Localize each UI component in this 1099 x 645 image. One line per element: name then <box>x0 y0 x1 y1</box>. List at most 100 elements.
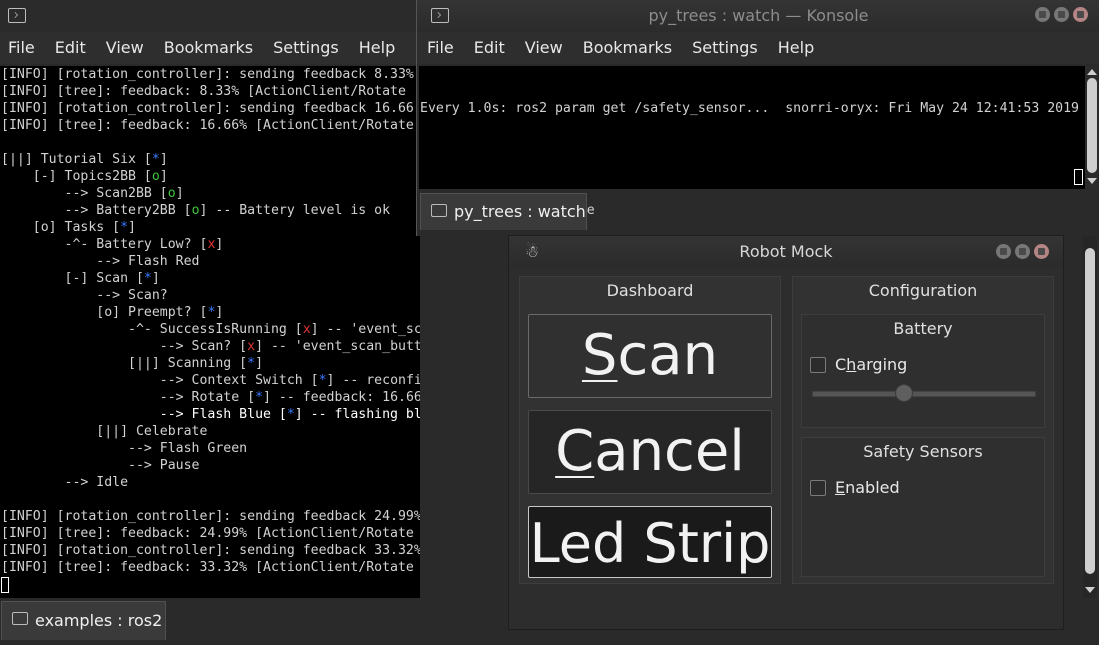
scroll-up-icon[interactable] <box>1087 69 1097 75</box>
terminal-text: --> Flash Red <box>1 254 200 269</box>
left-titlebar[interactable] <box>0 0 420 32</box>
terminal-text: ] -- reconfigured the s <box>326 373 420 388</box>
terminal-text: [||] Celebrate <box>1 424 208 439</box>
konsole-cursor <box>1074 169 1083 185</box>
terminal-line: [||] Scanning [*] <box>1 355 420 372</box>
terminal-text: --> Flash Blue [ <box>1 407 287 422</box>
menu-bookmarks[interactable]: Bookmarks <box>164 32 253 64</box>
terminal-line: [o] Tasks [*] <box>1 219 420 236</box>
terminal-text: * <box>286 407 295 422</box>
terminal-text: -^- Battery Low? [ <box>1 237 208 252</box>
terminal-text: [INFO] [rotation_controller]: sending fe… <box>1 509 420 524</box>
tab-py-trees-watch[interactable]: py_trees : watch <box>420 193 587 230</box>
left-terminal-output[interactable]: [INFO] [rotation_controller]: sending fe… <box>0 66 420 598</box>
terminal-line: --> Flash Green <box>1 440 420 457</box>
terminal-text: [INFO] [rotation_controller]: sending fe… <box>1 543 420 558</box>
terminal-text: --> Context Switch [ <box>1 373 319 388</box>
terminal-line: [INFO] [rotation_controller]: sending fe… <box>1 508 420 525</box>
scan-label-rest: can <box>617 323 719 388</box>
menu-view[interactable]: View <box>106 32 144 64</box>
menu-edit[interactable]: Edit <box>55 32 86 64</box>
terminal-tab-icon <box>12 612 28 625</box>
terminal-text: -^- SuccessIsRunning [ <box>1 322 303 337</box>
minimize-icon[interactable] <box>996 244 1011 259</box>
window-buttons <box>992 244 1049 263</box>
terminal-text: ] <box>159 169 168 184</box>
terminal-line: --> Rotate [*] -- feedback: 16.66%% <box>1 389 420 406</box>
main-terminal-scrollbar[interactable] <box>1083 236 1097 598</box>
terminal-line: --> Context Switch [*] -- reconfigured t… <box>1 372 420 389</box>
battery-slider-track[interactable] <box>812 391 1036 397</box>
terminal-text: o <box>151 169 160 184</box>
close-icon[interactable] <box>1073 7 1088 22</box>
watch-blank <box>420 151 1086 168</box>
terminal-text: ] <box>255 356 264 371</box>
terminal-text: --> Scan2BB [ <box>1 186 168 201</box>
charging-label-mnemonic: h <box>846 355 857 374</box>
terminal-line: --> Scan2BB [o] <box>1 185 420 202</box>
terminal-cursor <box>1 577 9 593</box>
terminal-line: [INFO] [tree]: feedback: 8.33% [ActionCl… <box>1 83 420 100</box>
robot-mock-window: ☃ Robot Mock Dashboard Scan Cancel Led S… <box>508 235 1064 630</box>
scroll-thumb[interactable] <box>1085 248 1095 574</box>
battery-group: Battery Charging <box>801 314 1045 428</box>
terminal-text: ] <box>151 271 160 286</box>
terminal-text: ] <box>175 186 184 201</box>
terminal-text: x <box>247 339 256 354</box>
menu-view[interactable]: View <box>525 32 563 64</box>
menu-help[interactable]: Help <box>359 32 395 64</box>
cancel-label-mnemonic: C <box>555 419 595 484</box>
konsole-window: py_trees : watch — Konsole File Edit View B… <box>416 0 1099 236</box>
enabled-checkbox[interactable] <box>810 480 826 496</box>
scan-button[interactable]: Scan <box>528 314 772 398</box>
terminal-text: * <box>120 220 129 235</box>
terminal-text: --> Idle <box>1 475 129 490</box>
maximize-icon[interactable] <box>1015 244 1030 259</box>
menu-settings[interactable]: Settings <box>692 32 758 64</box>
konsole-titlebar[interactable]: py_trees : watch — Konsole <box>417 0 1099 32</box>
scroll-down-icon[interactable] <box>1085 587 1095 593</box>
battery-title: Battery <box>893 319 953 338</box>
menu-file[interactable]: File <box>427 32 454 64</box>
menu-help[interactable]: Help <box>778 32 814 64</box>
terminal-text: --> Scan? <box>1 288 168 303</box>
terminal-text: --> Scan? [ <box>1 339 248 354</box>
menu-edit[interactable]: Edit <box>474 32 505 64</box>
maximize-icon[interactable] <box>1054 7 1069 22</box>
configuration-title: Configuration <box>868 281 978 300</box>
terminal-text: [INFO] [tree]: feedback: 16.66% [ActionC… <box>1 118 414 133</box>
enabled-label[interactable]: Enabled <box>835 478 900 497</box>
konsole-scrollbar[interactable] <box>1085 66 1099 189</box>
terminal-text: [o] Preempt? [ <box>1 305 208 320</box>
menu-file[interactable]: File <box>8 32 35 64</box>
terminal-text: [INFO] [tree]: feedback: 8.33% [ActionCl… <box>1 84 406 99</box>
konsole-terminal-output[interactable]: Every 1.0s: ros2 param get /safety_senso… <box>419 66 1086 218</box>
led-strip-button[interactable]: Led Strip <box>528 506 772 578</box>
terminal-line: [||] Celebrate <box>1 423 420 440</box>
minimize-icon[interactable] <box>1035 7 1050 22</box>
tab-label: examples : ros2 <box>35 611 163 630</box>
charging-checkbox[interactable] <box>810 357 826 373</box>
close-icon[interactable] <box>1034 244 1049 259</box>
terminal-text: --> Flash Green <box>1 441 248 456</box>
scroll-thumb[interactable] <box>1087 78 1097 173</box>
terminal-line: --> Pause <box>1 457 420 474</box>
tab-examples-ros2[interactable]: examples : ros2 <box>1 601 166 640</box>
battery-slider-handle[interactable] <box>895 384 914 402</box>
scan-label-mnemonic: S <box>581 323 618 388</box>
terminal-text: [INFO] [rotation_controller]: sending fe… <box>1 101 414 116</box>
terminal-line: --> Battery2BB [o] -- Battery level is o… <box>1 202 420 219</box>
charging-label[interactable]: Charging <box>835 355 907 374</box>
terminal-text: * <box>247 356 256 371</box>
scroll-down-icon[interactable] <box>1087 178 1097 184</box>
konsole-menubar: File Edit View Bookmarks Settings Help <box>417 32 1099 64</box>
dashboard-panel: Dashboard Scan Cancel Led Strip <box>519 276 781 584</box>
menu-bookmarks[interactable]: Bookmarks <box>583 32 672 64</box>
terminal-text: ] -- Battery level is ok <box>199 203 391 218</box>
terminal-tab-icon <box>431 204 447 217</box>
menu-settings[interactable]: Settings <box>273 32 339 64</box>
terminal-text: --> Battery2BB [ <box>1 203 192 218</box>
cancel-button[interactable]: Cancel <box>528 410 772 494</box>
robot-titlebar[interactable]: ☃ Robot Mock <box>509 236 1063 267</box>
